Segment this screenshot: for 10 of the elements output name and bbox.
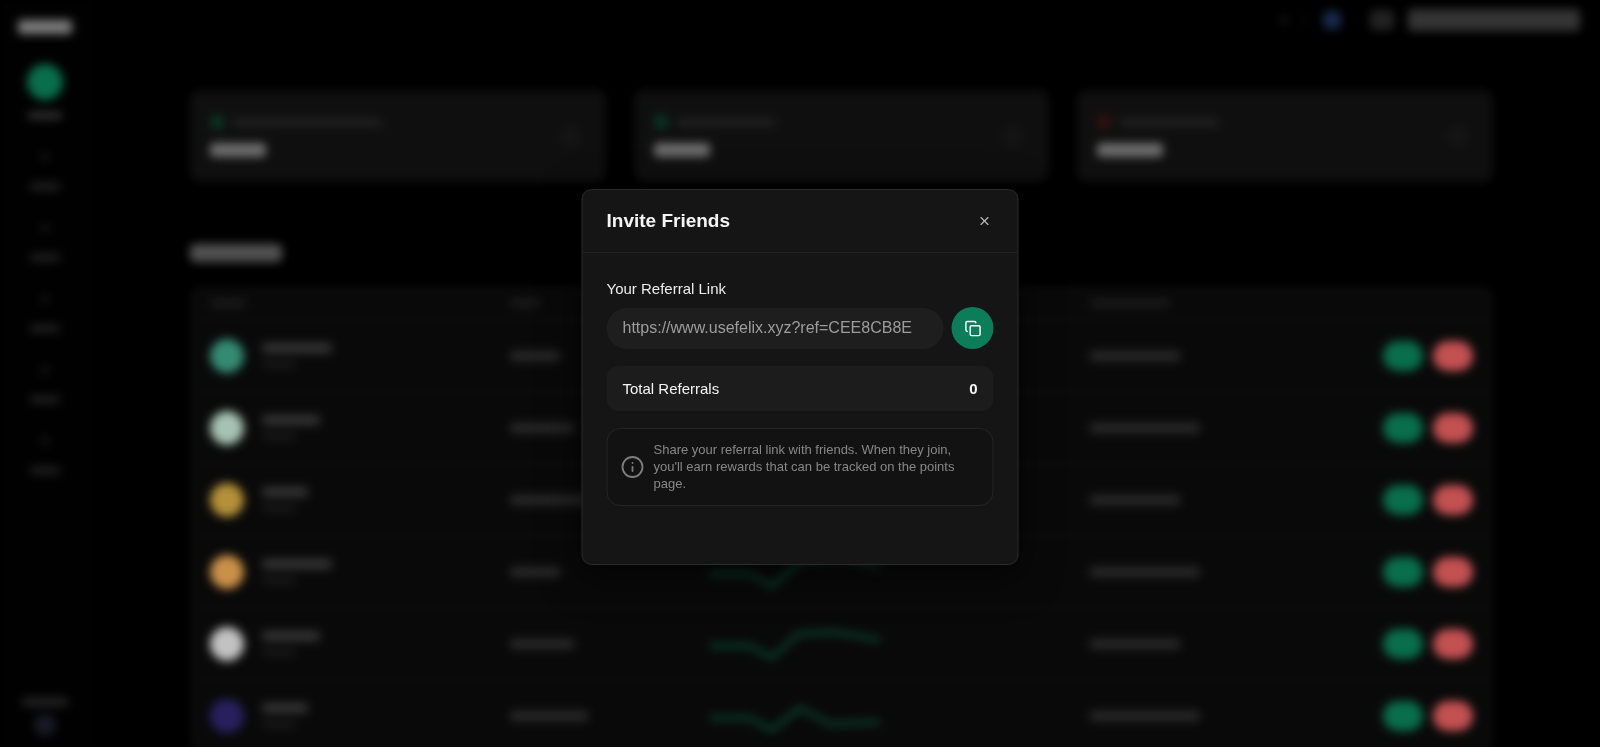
info-icon — [620, 454, 645, 479]
total-referrals-label: Total Referrals — [622, 380, 720, 397]
copy-icon — [964, 319, 981, 337]
dialog-title: Invite Friends — [606, 210, 731, 232]
close-icon — [977, 214, 992, 228]
referral-link-label: Your Referral Link — [606, 279, 727, 299]
referral-link-field[interactable]: https://www.usefelix.xyz?ref=CEE8CB8E — [606, 307, 944, 349]
info-note-text: Share your referral link with friends. When they join, you'll earn rewards that can be tracked on the points page. — [653, 441, 956, 492]
copy-button[interactable] — [951, 307, 994, 349]
total-referrals-value: 0 — [969, 380, 978, 397]
